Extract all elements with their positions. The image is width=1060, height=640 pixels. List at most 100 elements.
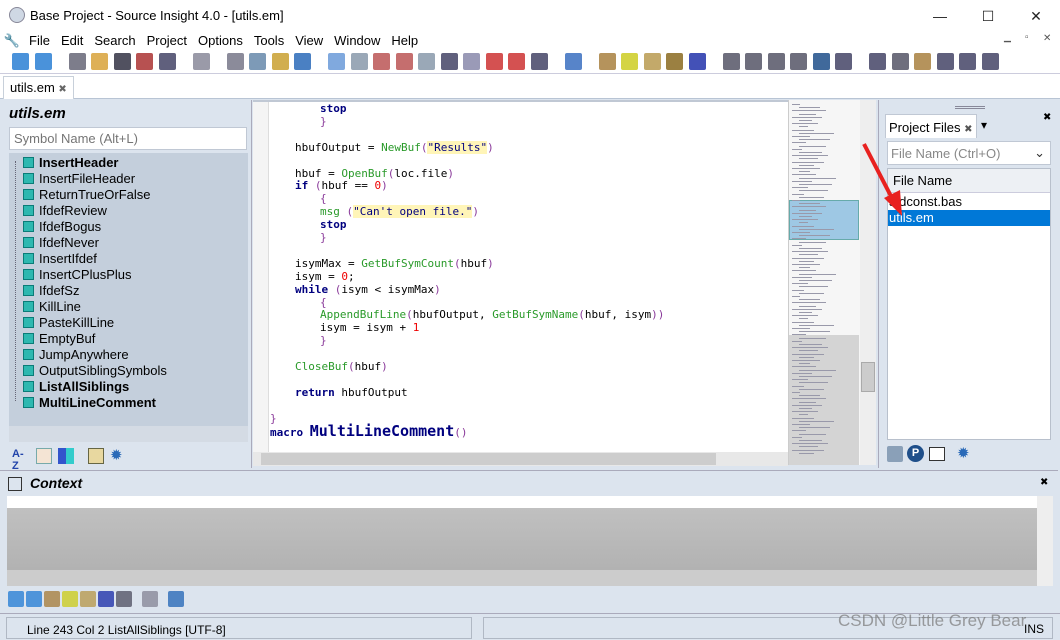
relation-window-icon[interactable] [688, 53, 706, 70]
symbol-item[interactable]: InsertHeader [23, 155, 118, 171]
maximize-button[interactable]: ☐ [978, 6, 998, 26]
print-icon[interactable] [192, 53, 210, 70]
gear-icon[interactable]: ✹ [110, 448, 126, 464]
editor-hscrollbar[interactable] [253, 452, 788, 466]
lookup-icon[interactable] [350, 53, 368, 70]
browser-icon[interactable] [936, 53, 954, 70]
symbol-item[interactable]: InsertIfdef [23, 251, 97, 267]
open-project-icon[interactable] [887, 446, 903, 462]
relation-icon[interactable] [116, 591, 132, 607]
jump-down-icon[interactable] [395, 53, 413, 70]
symbol-info-icon[interactable] [598, 53, 616, 70]
new-file-icon[interactable] [68, 53, 86, 70]
symbol-item[interactable]: OutputSiblingSymbols [23, 363, 167, 379]
symbol-item[interactable]: EmptyBuf [23, 331, 95, 347]
jump-up-icon[interactable] [373, 53, 390, 70]
relation-icon[interactable] [530, 53, 548, 70]
symbol-list-vscrollbar[interactable] [230, 153, 248, 426]
context-window-icon[interactable] [835, 53, 852, 70]
mdi-close-button[interactable]: ✕ [1043, 33, 1051, 44]
tab-close-icon[interactable]: ✖ [964, 124, 972, 135]
menu-options[interactable]: Options [193, 32, 249, 50]
symbol-item[interactable]: JumpAnywhere [23, 347, 129, 363]
menu-edit[interactable]: Edit [56, 32, 89, 50]
menu-view[interactable]: View [290, 32, 329, 50]
bookmark-next-icon[interactable] [508, 53, 525, 70]
list-view-button[interactable] [36, 448, 52, 464]
layout-3-icon[interactable] [767, 53, 785, 70]
mdi-restore-button[interactable]: ▫ [1025, 32, 1029, 43]
undo-icon[interactable] [294, 53, 311, 70]
chevron-down-icon[interactable]: ⌄ [1034, 145, 1045, 161]
forward-icon[interactable] [26, 591, 42, 607]
lock-icon[interactable] [142, 591, 158, 607]
replace-icon[interactable] [440, 53, 458, 70]
bookmark-prev-icon[interactable] [485, 53, 503, 70]
symbol-item[interactable]: IfdefNever [23, 235, 99, 251]
tab-dropdown-icon[interactable]: ▾ [981, 118, 987, 132]
context-vscrollbar[interactable] [1037, 496, 1053, 586]
copy-icon[interactable] [249, 53, 266, 70]
forward-icon[interactable] [34, 53, 52, 70]
library-icon[interactable] [80, 591, 96, 607]
file-list-icon[interactable] [929, 447, 945, 461]
layout-4-icon[interactable] [790, 53, 807, 70]
minimize-button[interactable]: — [930, 6, 950, 26]
menu-project[interactable]: Project [142, 32, 193, 50]
symbol-info-icon[interactable] [62, 591, 78, 607]
back-icon[interactable] [8, 591, 24, 607]
gear-icon[interactable]: ✹ [957, 444, 970, 462]
symbol-item[interactable]: InsertCPlusPlus [23, 267, 131, 283]
drag-grip[interactable] [955, 106, 985, 109]
file-item[interactable]: stdconst.bas [888, 194, 1050, 210]
window-list-icon[interactable] [981, 53, 999, 70]
symbol-item[interactable]: ListAllSiblings [23, 379, 129, 395]
symbol-item[interactable]: IfdefSz [23, 283, 79, 299]
gear-icon[interactable] [168, 591, 184, 607]
menu-file[interactable]: File [24, 32, 56, 50]
save-as-icon[interactable] [136, 53, 153, 70]
panel-close-icon[interactable]: ✖ [1043, 112, 1051, 123]
search-icon[interactable] [418, 53, 435, 70]
symbol-item[interactable]: KillLine [23, 299, 81, 315]
redo-icon[interactable] [328, 53, 345, 70]
jump-icon[interactable] [44, 591, 60, 607]
tab-utils-em[interactable]: utils.em ✖ [3, 76, 74, 99]
tab-close-icon[interactable]: ✖ [58, 84, 66, 95]
column-header-file-name[interactable]: File Name [888, 169, 1050, 193]
context-hscrollbar[interactable] [7, 570, 1037, 586]
symbol-window-icon[interactable] [621, 53, 638, 70]
symbol-item[interactable]: ReturnTrueOrFalse [23, 187, 151, 203]
symbol-item[interactable]: MultiLineComment [23, 395, 156, 411]
relation-tree-icon[interactable] [869, 53, 886, 70]
back-icon[interactable] [12, 53, 29, 70]
cut-icon[interactable] [226, 53, 244, 70]
paste-icon[interactable] [271, 53, 289, 70]
symbol-search-input[interactable] [9, 127, 247, 150]
file-item[interactable]: utils.em [888, 210, 1050, 226]
symbol-item[interactable]: IfdefBogus [23, 219, 101, 235]
symbol-list-hscrollbar[interactable] [9, 426, 248, 442]
code-editor[interactable]: stop} hbufOutput = NewBuf("Results") hbuf … [253, 100, 788, 452]
symbol-item[interactable]: InsertFileHeader [23, 171, 135, 187]
save-all-icon[interactable] [158, 53, 176, 70]
menu-window[interactable]: Window [329, 32, 386, 50]
menu-tools[interactable]: Tools [249, 32, 290, 50]
menu-search[interactable]: Search [89, 32, 141, 50]
references-icon[interactable] [98, 591, 114, 607]
clip-icon[interactable] [891, 53, 909, 70]
project-icon[interactable] [812, 53, 830, 70]
project-icon[interactable]: P [907, 445, 924, 462]
sort-az-button[interactable]: A-Z [12, 448, 28, 472]
close-button[interactable]: ✕ [1026, 6, 1046, 26]
overview-icon[interactable] [959, 53, 976, 70]
save-icon[interactable] [113, 53, 131, 70]
layout-2-icon[interactable] [745, 53, 762, 70]
context-close-icon[interactable]: ✖ [1040, 477, 1048, 488]
references-icon[interactable] [666, 53, 683, 70]
tab-project-files[interactable]: Project Files ✖ [885, 114, 977, 138]
symbol-item[interactable]: PasteKillLine [23, 315, 114, 331]
browse-icon[interactable] [463, 53, 480, 70]
file-name-search-input[interactable]: File Name (Ctrl+O) ⌄ [887, 141, 1051, 165]
symbol-item[interactable]: IfdefReview [23, 203, 107, 219]
